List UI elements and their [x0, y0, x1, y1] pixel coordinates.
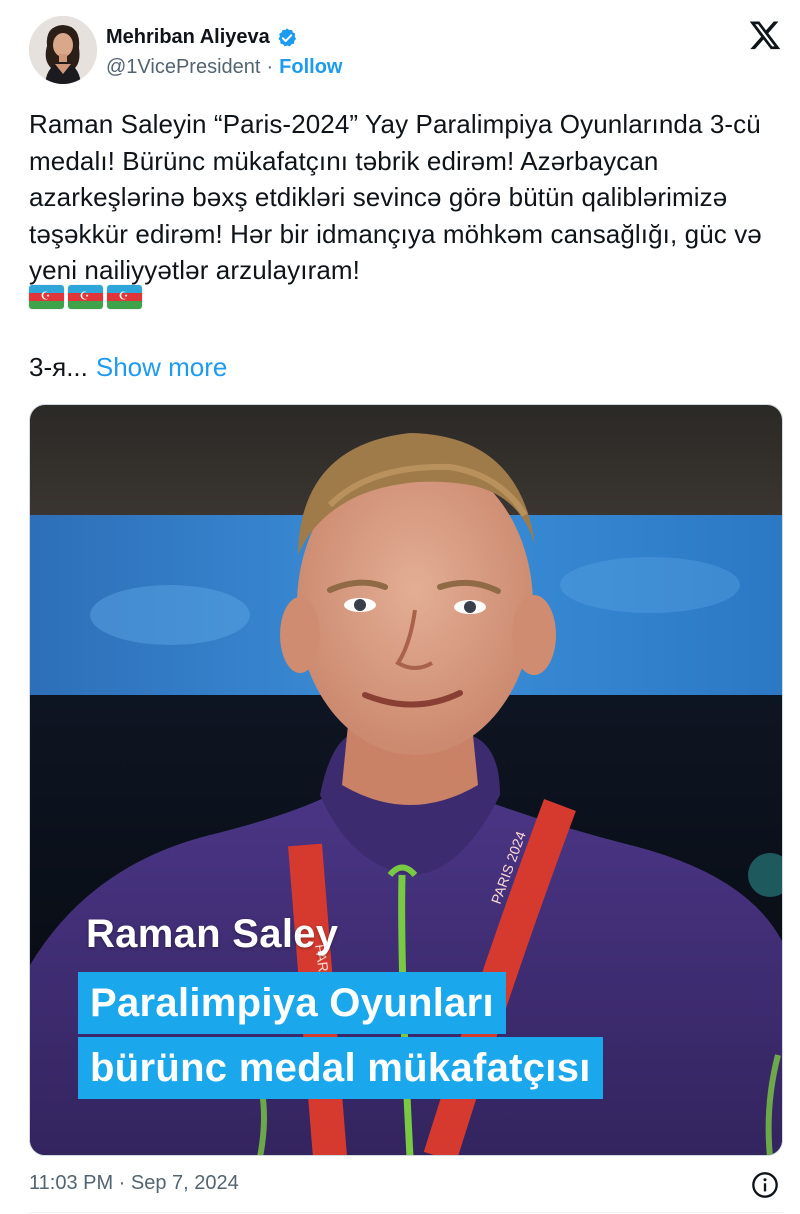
caption-athlete-name: Raman Saley	[86, 912, 339, 956]
separator-dot: ·	[266, 56, 274, 78]
tweet-card: Mehriban Aliyeva @1VicePresident · Follo…	[0, 0, 800, 1214]
crescent-star-icon: ☪	[40, 290, 51, 303]
tweet-media-image[interactable]: PARIS 2024 PARIS 2024 Raman Saley Parali…	[29, 404, 783, 1156]
azerbaijan-flag-icon: ☪	[68, 285, 103, 309]
truncated-text: 3-я...	[29, 352, 88, 382]
avatar-image	[29, 16, 97, 84]
x-logo-icon[interactable]	[748, 18, 782, 52]
caption-line-2: bürünc medal mükafatçısı	[78, 1037, 603, 1099]
verified-badge-icon	[276, 27, 298, 49]
show-more-row: 3-я... Show more	[29, 352, 227, 383]
info-icon[interactable]	[751, 1171, 779, 1199]
author-handle[interactable]: @1VicePresident	[106, 56, 260, 79]
azerbaijan-flag-icon: ☪	[29, 285, 64, 309]
show-more-link[interactable]: Show more	[96, 352, 228, 383]
crescent-star-icon: ☪	[79, 290, 90, 303]
handle-row: @1VicePresident · Follow	[106, 56, 342, 79]
author-name[interactable]: Mehriban Aliyeva	[106, 26, 270, 49]
azerbaijan-flag-icon: ☪	[107, 285, 142, 309]
follow-button[interactable]: Follow	[279, 56, 342, 79]
avatar[interactable]	[29, 16, 97, 84]
tweet-text: Raman Saleyin “Paris-2024” Yay Paralimpi…	[29, 109, 762, 285]
footer-divider	[29, 1212, 783, 1213]
caption-line-1: Paralimpiya Oyunları	[78, 972, 506, 1034]
author-name-row[interactable]: Mehriban Aliyeva	[106, 26, 298, 49]
timestamp-link[interactable]: 11:03 PM · Sep 7, 2024	[29, 1172, 239, 1195]
flag-emoji-row: ☪ ☪ ☪	[29, 285, 142, 309]
crescent-star-icon: ☪	[118, 290, 129, 303]
